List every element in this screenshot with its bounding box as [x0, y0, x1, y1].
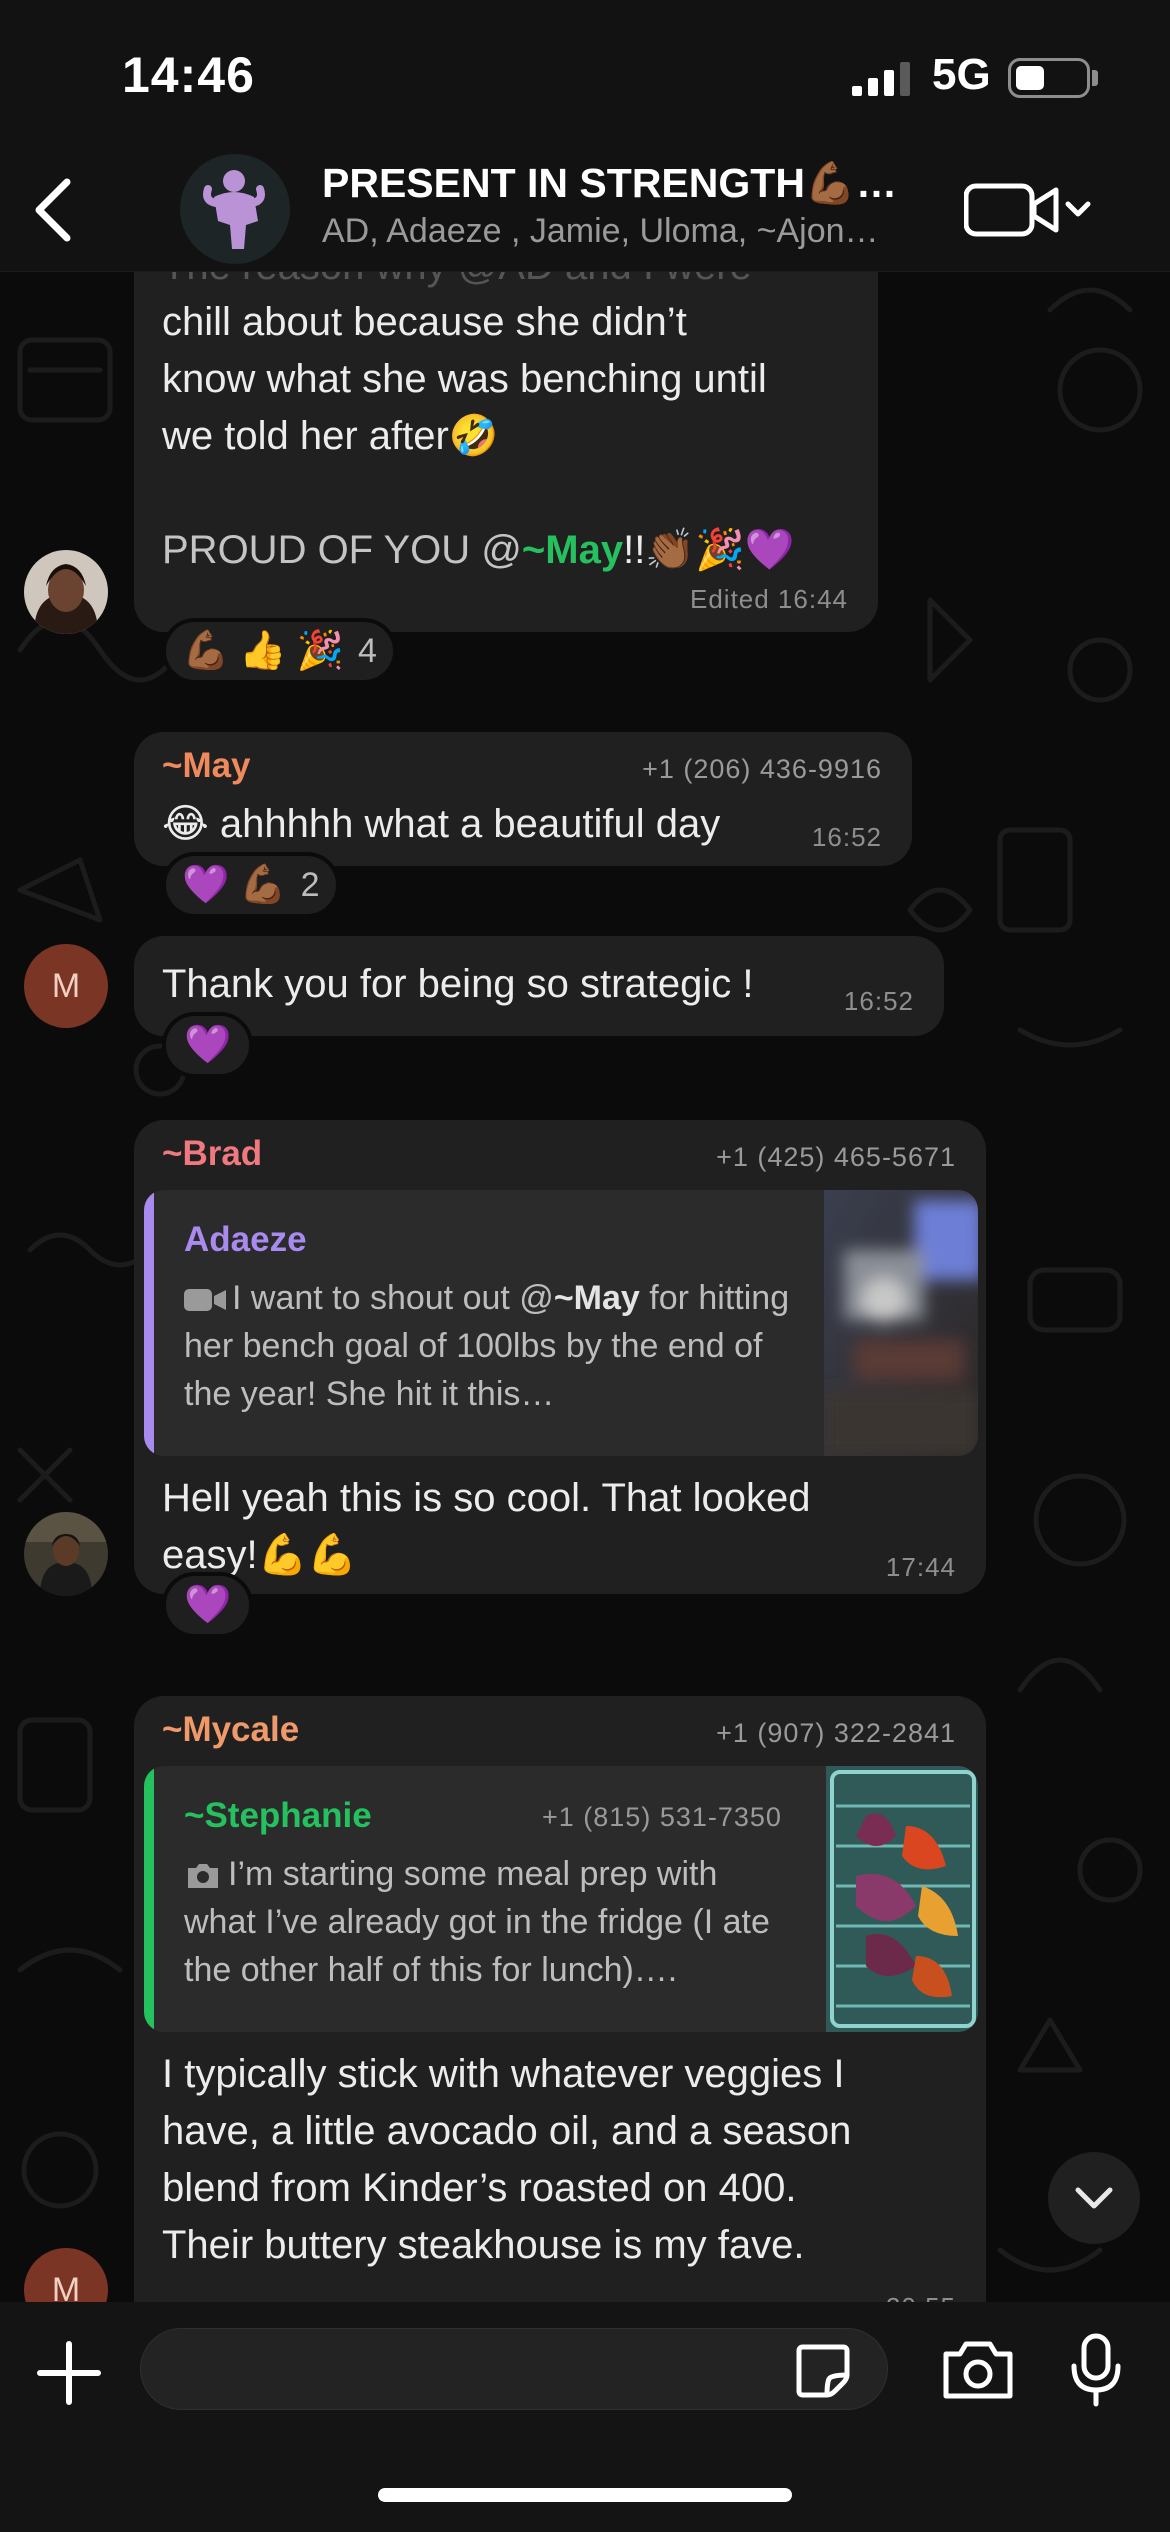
reaction-pill[interactable]: 💜: [162, 1012, 254, 1078]
sender-name[interactable]: ~Brad: [162, 1134, 262, 1174]
battery-icon: [1008, 58, 1090, 98]
message-text-line: have, a little avocado oil, and a season: [162, 2109, 852, 2153]
quote-thumbnail: [824, 1190, 978, 1456]
camera-icon: [188, 1864, 218, 1889]
reaction-emoji: 💪🏾: [239, 864, 287, 906]
group-title[interactable]: PRESENT IN STRENGTH💪🏾…: [322, 160, 922, 208]
message-list[interactable]: The reason why @AD and I were chill abou…: [0, 272, 1170, 2302]
message-text-line: we told her after🤣: [162, 414, 499, 458]
message-text-line: chill about because she didn’t: [162, 300, 687, 344]
sender-name[interactable]: ~May: [162, 746, 251, 786]
message-bubble[interactable]: ~Brad +1 (425) 465-5671 Adaeze I want to…: [134, 1120, 986, 1594]
message-text-partial: The reason why @AD and I were: [162, 272, 752, 295]
chat-screen: 14:46 5G PRESENT IN STRENGTH💪🏾… AD, Adae…: [0, 0, 1170, 2532]
message-text-line: Hell yeah this is so cool. That looked: [162, 1476, 811, 1520]
profile-photo: [24, 1512, 108, 1596]
reaction-emoji: 💜: [184, 1024, 232, 1066]
message-text-line: Their buttery steakhouse is my fave.: [162, 2223, 805, 2267]
message-text-line: blend from Kinder’s roasted on 400.: [162, 2166, 797, 2210]
sender-avatar[interactable]: [24, 550, 108, 634]
network-type: 5G: [932, 50, 991, 99]
sticker-icon[interactable]: [791, 2339, 855, 2403]
reply-quote[interactable]: ~Stephanie +1 (815) 531-7350 I’m startin…: [144, 1766, 978, 2032]
message-bubble[interactable]: ~Mycale +1 (907) 322-2841 ~Stephanie +1 …: [134, 1696, 986, 2302]
quote-text-prefix: I want to shout out @: [232, 1279, 554, 1317]
status-time: 14:46: [122, 47, 255, 103]
sender-phone: +1 (206) 436-9916: [642, 754, 882, 784]
quote-text: I’m starting some meal prep with what I’…: [184, 1850, 794, 1994]
back-button[interactable]: [18, 170, 88, 250]
reaction-emoji: 💜: [184, 1584, 232, 1626]
quote-bar: [144, 1190, 154, 1456]
message-bubble[interactable]: ~May +1 (206) 436-9916 😂 ahhhhh what a b…: [134, 732, 912, 866]
signal-icon: [852, 62, 910, 96]
reaction-pill[interactable]: 💪🏾 👍 🎉 4: [162, 618, 397, 684]
message-text-line: PROUD OF YOU @~May!!👏🏾🎉💜: [162, 522, 795, 579]
reply-quote[interactable]: Adaeze I want to shout out @~May for hit…: [144, 1190, 978, 1456]
message-input-box[interactable]: [140, 2328, 888, 2410]
message-input[interactable]: [171, 2329, 791, 2409]
message-text: PROUD OF YOU @: [162, 528, 522, 572]
home-indicator[interactable]: [378, 2488, 792, 2502]
message-text-line: know what she was benching until: [162, 357, 767, 401]
reaction-emoji: 🎉: [296, 630, 344, 672]
profile-photo: [24, 550, 108, 634]
quote-mention: ~May: [553, 1279, 640, 1317]
video-icon: [184, 1289, 226, 1312]
video-camera-icon: [964, 183, 1091, 237]
quote-sender: Adaeze: [184, 1220, 307, 1259]
chat-header: PRESENT IN STRENGTH💪🏾… AD, Adaeze , Jami…: [0, 150, 1170, 272]
message-time: 20:55: [886, 2292, 956, 2302]
quote-sender: ~Stephanie: [184, 1796, 372, 1835]
quote-text-body: I’m starting some meal prep with what I’…: [184, 1855, 770, 1989]
message-time: 16:52: [843, 986, 914, 1016]
group-members[interactable]: AD, Adaeze , Jamie, Uloma, ~Ajon…: [322, 212, 922, 251]
microphone-icon[interactable]: [1066, 2332, 1126, 2408]
message-text: !!👏🏾🎉💜: [623, 528, 795, 572]
quote-bar: [144, 1766, 154, 2032]
group-avatar[interactable]: [180, 154, 290, 264]
message-time: 16:52: [811, 822, 882, 852]
reaction-count: 2: [300, 865, 320, 904]
sender-name[interactable]: ~Mycale: [162, 1710, 299, 1750]
sender-avatar[interactable]: M: [24, 2248, 108, 2302]
reaction-pill[interactable]: 💜: [162, 1572, 254, 1638]
message-text-line: I typically stick with whatever veggies …: [162, 2052, 845, 2096]
reaction-emoji: 💜: [182, 864, 230, 906]
mention-may[interactable]: ~May: [522, 528, 623, 572]
status-bar: 14:46 5G: [0, 0, 1170, 150]
message-bubble[interactable]: Thank you for being so strategic ! 16:52: [134, 936, 944, 1036]
chevron-left-icon: [35, 178, 71, 242]
message-text: 😂 ahhhhh what a beautiful day: [162, 802, 721, 846]
quote-phone: +1 (815) 531-7350: [542, 1802, 782, 1832]
sender-phone: +1 (425) 465-5671: [716, 1142, 956, 1172]
message-time: 17:44: [885, 1552, 956, 1582]
attach-plus-button[interactable]: [34, 2338, 104, 2408]
sender-avatar[interactable]: M: [24, 944, 108, 1028]
message-time: Edited 16:44: [689, 584, 848, 614]
chevron-down-icon: [1075, 2187, 1113, 2209]
battery-cap: [1092, 70, 1098, 86]
reaction-emoji: 👍: [239, 630, 287, 672]
reaction-pill[interactable]: 💜 💪🏾 2: [162, 852, 340, 918]
scroll-to-bottom-button[interactable]: [1048, 2152, 1140, 2244]
sender-phone: +1 (907) 322-2841: [716, 1718, 956, 1748]
video-call-button[interactable]: [964, 172, 1094, 248]
quote-thumbnail: [826, 1766, 978, 2032]
reaction-count: 4: [357, 631, 377, 670]
quote-text: I want to shout out @~May for hitting he…: [184, 1274, 794, 1418]
message-text: Thank you for being so strategic !: [162, 962, 754, 1006]
camera-icon[interactable]: [940, 2338, 1016, 2402]
flexing-figure-icon: [203, 170, 265, 249]
reaction-emoji: 💪🏾: [182, 630, 230, 672]
sender-avatar[interactable]: [24, 1512, 108, 1596]
message-bubble[interactable]: The reason why @AD and I were chill abou…: [134, 272, 878, 632]
